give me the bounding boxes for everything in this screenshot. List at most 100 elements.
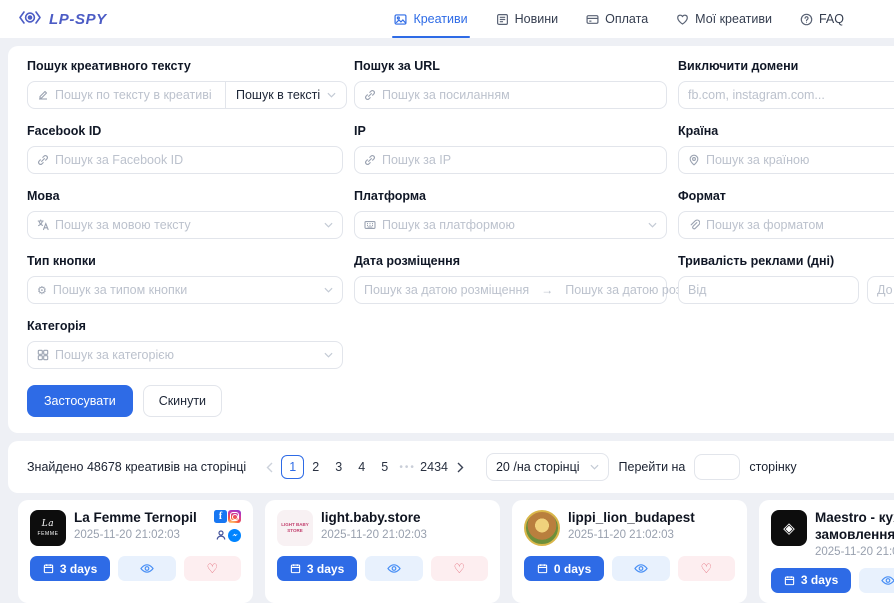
duration-from-field[interactable]: [688, 283, 849, 297]
days-button[interactable]: 3 days: [771, 568, 851, 593]
platform-field[interactable]: [382, 218, 642, 232]
filter-exclude-domains: Виключити домени: [678, 59, 894, 109]
view-button[interactable]: [118, 556, 175, 581]
duration-from-input[interactable]: [678, 276, 859, 304]
creative-text-field[interactable]: [55, 88, 216, 102]
field-label: Формат: [678, 189, 894, 203]
button-type-field[interactable]: [53, 283, 318, 297]
goto-page: Перейти на сторінку: [619, 454, 797, 480]
nav-tab-payment[interactable]: Оплата: [586, 0, 648, 38]
favorite-button[interactable]: ♡: [678, 556, 735, 581]
filter-ip: IP: [354, 124, 667, 174]
days-label: 3 days: [307, 562, 344, 576]
filter-placement-date: Дата розміщення Пошук за датою розміщенн…: [354, 254, 667, 304]
days-button[interactable]: 0 days: [524, 556, 604, 581]
nav-label: Новини: [515, 12, 559, 26]
country-field[interactable]: [706, 153, 894, 167]
filter-format: Формат: [678, 189, 894, 239]
eye-icon: [881, 575, 894, 586]
platform-select[interactable]: [354, 211, 667, 239]
next-page-button[interactable]: [449, 455, 472, 479]
view-button[interactable]: [859, 568, 894, 593]
nav-tab-news[interactable]: Новини: [496, 0, 559, 38]
exclude-domains-input[interactable]: [678, 81, 894, 109]
country-input[interactable]: [678, 146, 894, 174]
duration-to-input[interactable]: [867, 276, 894, 304]
url-input[interactable]: [354, 81, 667, 109]
duration-to-field[interactable]: [877, 283, 894, 297]
category-field[interactable]: [55, 348, 318, 362]
nav-tab-faq[interactable]: FAQ: [800, 0, 844, 38]
field-label: Платформа: [354, 189, 667, 203]
nav-tab-my-creatives[interactable]: Мої креативи: [676, 0, 772, 38]
favorite-button[interactable]: ♡: [431, 556, 488, 581]
heart-icon: ♡: [206, 561, 218, 577]
format-field[interactable]: [706, 218, 894, 232]
date-from-placeholder[interactable]: Пошук за датою розміщення: [364, 283, 529, 297]
eye-icon: [634, 563, 648, 574]
card-date: 2025-11-20 21:02:03: [74, 529, 206, 541]
creative-text-input[interactable]: [27, 81, 226, 109]
ip-field[interactable]: [382, 153, 657, 167]
creative-card[interactable]: LIGHT BABY STORE light.baby.store 2025-1…: [265, 500, 500, 603]
language-select[interactable]: [27, 211, 343, 239]
page-size-value: 20 /на сторінці: [496, 460, 580, 474]
link-icon: [364, 89, 376, 101]
page-button-4[interactable]: 4: [350, 455, 373, 479]
chevron-down-icon: [324, 287, 333, 293]
app-header: LP-SPY Креативи Новини: [0, 0, 894, 38]
page-button-5[interactable]: 5: [373, 455, 396, 479]
view-button[interactable]: [365, 556, 422, 581]
calendar-icon: [537, 563, 548, 574]
creative-card[interactable]: La FEMME La Femme Ternopil 2025-11-20 21…: [18, 500, 253, 603]
avatar-text: LIGHT BABY STORE: [280, 522, 310, 534]
logo[interactable]: LP-SPY: [18, 10, 107, 29]
card-title[interactable]: lippi_lion_budapest: [568, 510, 727, 527]
page-button-1[interactable]: 1: [281, 455, 304, 479]
nav-label: Оплата: [605, 12, 648, 26]
facebook-id-input[interactable]: [27, 146, 343, 174]
creative-card[interactable]: lippi_lion_budapest 2025-11-20 21:02:03 …: [512, 500, 747, 603]
goto-page-input[interactable]: [694, 454, 740, 480]
pagination-ellipsis[interactable]: •••: [396, 455, 419, 479]
days-button[interactable]: 3 days: [30, 556, 110, 581]
page-button-last[interactable]: 2434: [419, 455, 449, 479]
grid-icon: [37, 349, 49, 361]
search-mode-select[interactable]: Пошук в тексті: [226, 81, 347, 109]
results-bar: Знайдено 48678 креативів на сторінці 1 2…: [8, 441, 894, 493]
nav-label: Креативи: [413, 12, 467, 26]
nav-tab-creatives[interactable]: Креативи: [394, 0, 467, 38]
card-title[interactable]: Maestro - кухні, меблі на замовлення в У…: [815, 510, 894, 544]
field-label: Виключити домени: [678, 59, 894, 73]
category-select[interactable]: [27, 341, 343, 369]
page-size-select[interactable]: 20 /на сторінці: [486, 453, 609, 481]
card-title[interactable]: light.baby.store: [321, 510, 480, 527]
language-field[interactable]: [55, 218, 318, 232]
prev-page-button[interactable]: [258, 455, 281, 479]
creative-card[interactable]: ◈ Maestro - кухні, меблі на замовлення в…: [759, 500, 894, 603]
filter-platform: Платформа: [354, 189, 667, 239]
apply-button[interactable]: Застосувати: [27, 385, 133, 417]
page-button-2[interactable]: 2: [304, 455, 327, 479]
field-label: IP: [354, 124, 667, 138]
chevron-down-icon: [324, 222, 333, 228]
format-input[interactable]: [678, 211, 894, 239]
url-field[interactable]: [382, 88, 657, 102]
reset-button[interactable]: Скинути: [143, 385, 222, 417]
days-button[interactable]: 3 days: [277, 556, 357, 581]
main-nav: Креативи Новини Оплата: [394, 0, 844, 38]
facebook-id-field[interactable]: [55, 153, 333, 167]
filter-category: Категорія: [27, 319, 343, 369]
messenger-icon: [228, 529, 241, 542]
card-title[interactable]: La Femme Ternopil: [74, 510, 206, 527]
field-label: Категорія: [27, 319, 343, 333]
language-icon: [37, 219, 49, 231]
view-button[interactable]: [612, 556, 669, 581]
button-type-select[interactable]: ⚙: [27, 276, 343, 304]
page-button-3[interactable]: 3: [327, 455, 350, 479]
ip-input[interactable]: [354, 146, 667, 174]
exclude-domains-field[interactable]: [688, 88, 894, 102]
filter-url: Пошук за URL: [354, 59, 667, 109]
date-range-picker[interactable]: Пошук за датою розміщення → Пошук за дат…: [354, 276, 667, 304]
favorite-button[interactable]: ♡: [184, 556, 241, 581]
